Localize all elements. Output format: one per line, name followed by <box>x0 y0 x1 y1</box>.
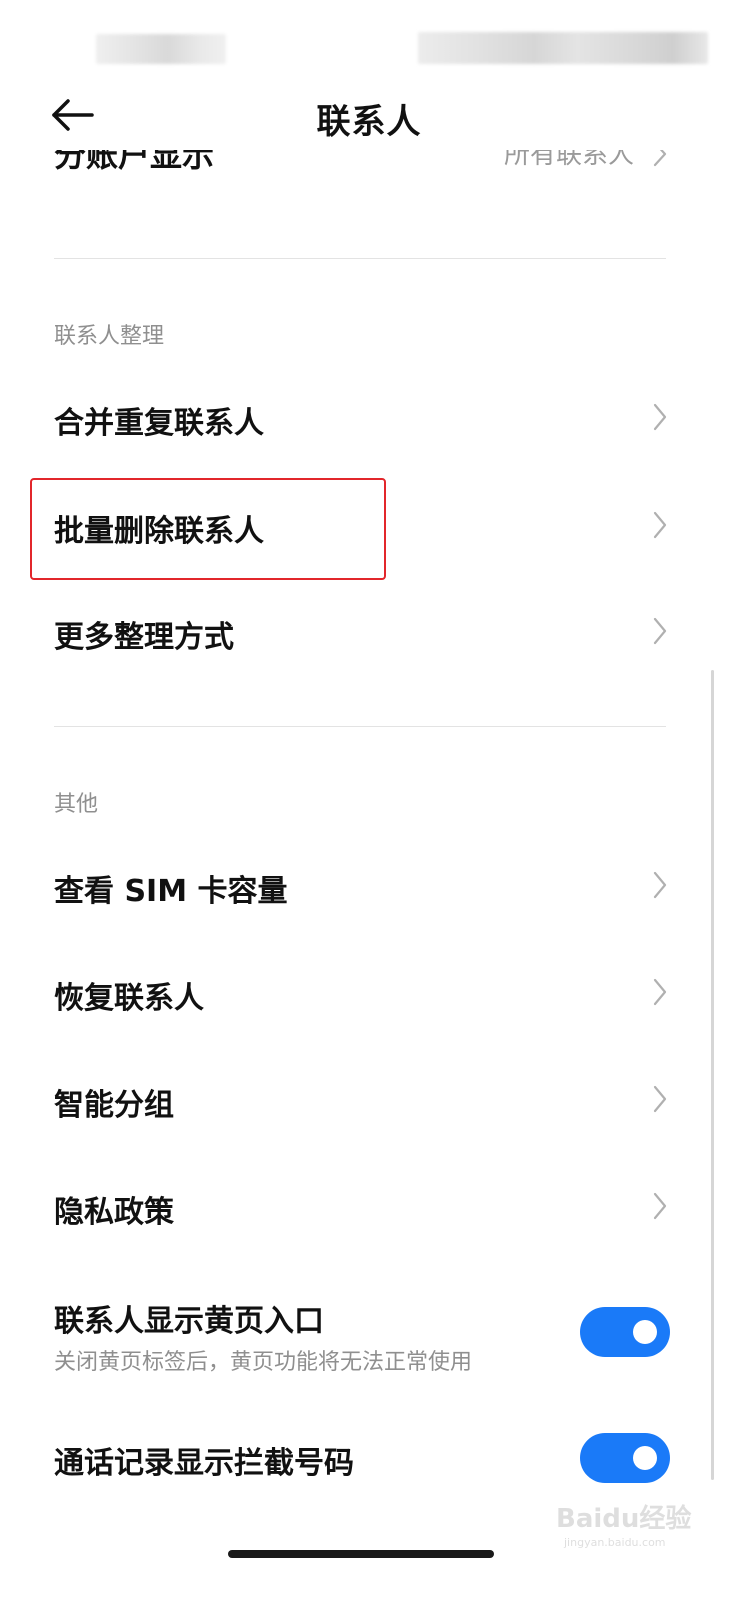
restore-contacts-row[interactable]: 恢复联系人 <box>0 953 738 1033</box>
privacy-policy-label: 隐私政策 <box>54 1195 174 1230</box>
yellow-pages-label: 联系人显示黄页入口 <box>54 1304 324 1339</box>
header: 联系人 <box>0 80 738 150</box>
status-icons-blurred <box>418 32 708 64</box>
status-time-blurred <box>96 34 226 64</box>
yellow-pages-description: 关闭黄页标签后，黄页功能将无法正常使用 <box>54 1350 473 1375</box>
sim-capacity-label: 查看 SIM 卡容量 <box>54 874 288 909</box>
chevron-right-icon <box>653 871 667 899</box>
chevron-right-icon <box>653 617 667 645</box>
partial-row-value: 所有联系人 <box>503 150 634 170</box>
restore-contacts-label: 恢复联系人 <box>54 981 204 1016</box>
blocked-numbers-switch[interactable] <box>580 1433 670 1483</box>
watermark-brand: Baidu经验 <box>556 1504 692 1534</box>
yellow-pages-toggle-row: 联系人显示黄页入口 关闭黄页标签后，黄页功能将无法正常使用 <box>0 1290 738 1380</box>
status-bar <box>0 0 738 86</box>
section-title-other: 其他 <box>54 792 99 817</box>
page-title: 联系人 <box>316 102 422 142</box>
switch-knob <box>633 1446 657 1470</box>
smart-groups-label: 智能分组 <box>54 1088 174 1123</box>
more-organize-row[interactable]: 更多整理方式 <box>0 592 738 672</box>
blocked-numbers-label: 通话记录显示拦截号码 <box>54 1446 354 1481</box>
merge-duplicates-row[interactable]: 合并重复联系人 <box>0 378 738 458</box>
baidu-watermark: Baidu经验 jingyan.baidu.com <box>556 1488 696 1558</box>
more-organize-label: 更多整理方式 <box>54 620 234 655</box>
home-indicator[interactable] <box>228 1550 494 1558</box>
yellow-pages-switch[interactable] <box>580 1307 670 1357</box>
privacy-policy-row[interactable]: 隐私政策 <box>0 1167 738 1247</box>
chevron-right-icon <box>653 511 667 539</box>
chevron-right-icon <box>653 1192 667 1220</box>
watermark-url: jingyan.baidu.com <box>564 1536 666 1549</box>
partial-row-label: 分账户显示 <box>54 150 215 174</box>
highlight-annotation-box <box>30 478 386 580</box>
partial-settings-row[interactable]: 分账户显示 所有联系人 <box>0 150 738 186</box>
sim-capacity-row[interactable]: 查看 SIM 卡容量 <box>0 846 738 926</box>
chevron-right-icon <box>653 150 667 167</box>
section-title-organize: 联系人整理 <box>54 324 165 349</box>
chevron-right-icon <box>653 403 667 431</box>
chevron-right-icon <box>653 1085 667 1113</box>
switch-knob <box>633 1320 657 1344</box>
divider <box>54 258 666 259</box>
smart-groups-row[interactable]: 智能分组 <box>0 1060 738 1140</box>
divider <box>54 726 666 727</box>
chevron-right-icon <box>653 978 667 1006</box>
merge-duplicates-label: 合并重复联系人 <box>54 406 264 441</box>
scrollbar[interactable] <box>711 670 714 1480</box>
